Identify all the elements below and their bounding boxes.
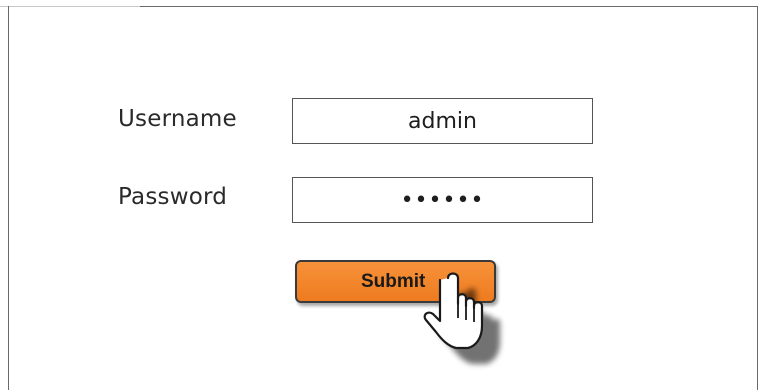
hand-pointer-icon — [423, 272, 500, 364]
frame-left-border — [8, 6, 9, 390]
frame-top-border-faded — [0, 6, 140, 7]
username-field[interactable] — [292, 98, 593, 144]
login-page: Username Password Submit — [0, 0, 766, 390]
submit-button-label: Submit — [361, 271, 426, 292]
password-label: Password — [118, 184, 228, 210]
frame-right-border — [757, 6, 758, 390]
username-label: Username — [118, 106, 237, 132]
password-field[interactable] — [292, 177, 593, 223]
